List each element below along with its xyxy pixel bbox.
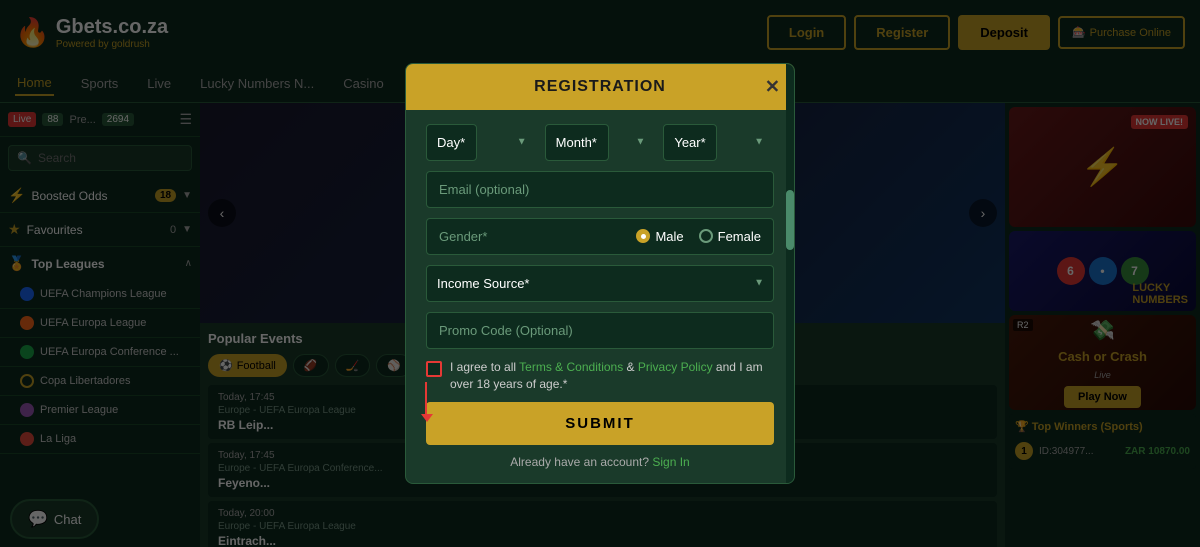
registration-modal: REGISTRATION ✕ Day* Month* Year* — [405, 63, 795, 485]
gender-male-option[interactable]: Male — [636, 229, 683, 244]
modal-scrollbar-thumb — [786, 190, 794, 250]
checkbox-arrow-head — [421, 414, 433, 422]
terms-conditions-link[interactable]: Terms & Conditions — [519, 360, 623, 374]
terms-text: I agree to all Terms & Conditions & Priv… — [450, 359, 774, 393]
modal-scrollbar[interactable] — [786, 64, 794, 484]
gender-row: Gender* Male Female — [426, 218, 774, 255]
sign-in-row: Already have an account? Sign In — [426, 455, 774, 469]
day-wrapper: Day* — [426, 124, 537, 161]
year-wrapper: Year* — [663, 124, 774, 161]
year-select[interactable]: Year* — [663, 124, 717, 161]
email-field[interactable] — [426, 171, 774, 208]
terms-checkbox[interactable] — [426, 361, 442, 377]
gender-male-label: Male — [655, 229, 683, 244]
date-row: Day* Month* Year* — [426, 124, 774, 161]
gender-label: Gender* — [439, 229, 621, 244]
modal-title: REGISTRATION — [534, 78, 666, 96]
income-wrapper: Income Source* — [426, 265, 774, 302]
already-account-text: Already have an account? — [510, 455, 649, 469]
month-select[interactable]: Month* — [545, 124, 609, 161]
income-select[interactable]: Income Source* — [426, 265, 774, 302]
modal-overlay[interactable]: REGISTRATION ✕ Day* Month* Year* — [0, 0, 1200, 547]
modal-body: Day* Month* Year* Gender* — [406, 110, 794, 484]
privacy-policy-link[interactable]: Privacy Policy — [638, 360, 713, 374]
gender-male-radio[interactable] — [636, 229, 650, 243]
sign-in-link[interactable]: Sign In — [652, 455, 689, 469]
day-select[interactable]: Day* — [426, 124, 477, 161]
month-wrapper: Month* — [545, 124, 656, 161]
checkbox-arrow-shaft — [425, 382, 427, 417]
modal-close-button[interactable]: ✕ — [765, 76, 780, 97]
terms-row: I agree to all Terms & Conditions & Priv… — [426, 359, 774, 393]
gender-female-label: Female — [718, 229, 761, 244]
modal-header: REGISTRATION ✕ — [406, 64, 794, 110]
submit-button[interactable]: SUBMIT — [426, 402, 774, 445]
terms-checkbox-wrapper — [426, 361, 442, 377]
gender-female-radio[interactable] — [699, 229, 713, 243]
gender-female-option[interactable]: Female — [699, 229, 761, 244]
promo-field[interactable] — [426, 312, 774, 349]
